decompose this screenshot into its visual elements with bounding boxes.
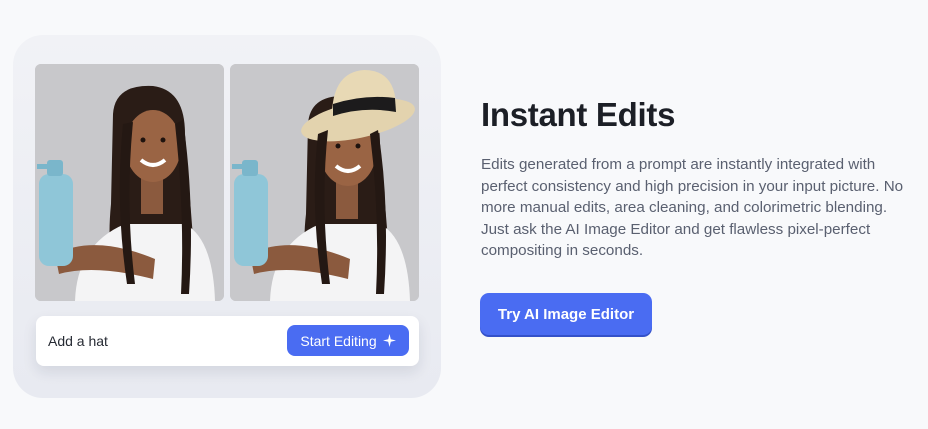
start-editing-button[interactable]: Start Editing	[287, 325, 409, 356]
section-title: Instant Edits	[481, 96, 676, 133]
sparkle-icon	[382, 334, 396, 347]
prompt-input[interactable]: Add a hat	[48, 333, 108, 349]
after-photo	[230, 64, 419, 301]
before-photo	[35, 64, 224, 301]
try-ai-image-editor-button[interactable]: Try AI Image Editor	[480, 293, 652, 335]
start-editing-label: Start Editing	[300, 332, 377, 349]
section-description: Edits generated from a prompt are instan…	[481, 156, 904, 260]
prompt-bar[interactable]: Add a hat Start Editing	[36, 316, 419, 366]
